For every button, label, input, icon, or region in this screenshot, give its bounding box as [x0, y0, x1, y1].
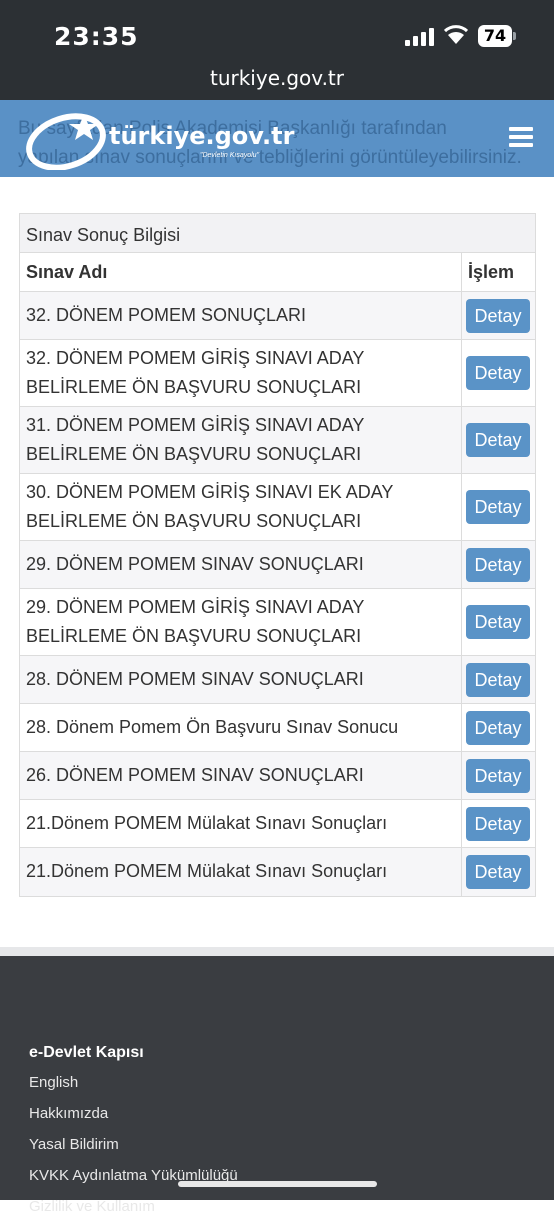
- detail-button[interactable]: Detay: [466, 605, 530, 639]
- action-cell: Detay: [461, 473, 535, 541]
- action-cell: Detay: [461, 339, 535, 407]
- exam-name: 21.Dönem POMEM Mülakat Sınavı Sonuçları: [20, 799, 462, 848]
- column-header-action: İşlem: [461, 253, 535, 292]
- footer-title: e-Devlet Kapısı: [29, 1044, 144, 1061]
- detail-button[interactable]: Detay: [466, 423, 530, 457]
- site-footer: e-Devlet Kapısı English Hakkımızda Yasal B…: [0, 947, 554, 1215]
- brand-name: türkiye.gov.tr: [109, 122, 295, 150]
- detail-button[interactable]: Detay: [466, 490, 530, 524]
- action-cell: Detay: [461, 847, 535, 896]
- detail-button[interactable]: Detay: [466, 662, 530, 697]
- detail-button[interactable]: Detay: [466, 854, 530, 889]
- wifi-icon: [444, 25, 468, 44]
- footer-link[interactable]: Gizlilik ve Kullanım: [29, 1198, 155, 1215]
- exam-name: 28. DÖNEM POMEM SINAV SONUÇLARI: [20, 655, 462, 704]
- exam-name: 28. Dönem Pomem Ön Başvuru Sınav Sonucu: [20, 703, 462, 752]
- action-cell: Detay: [461, 751, 535, 800]
- status-bar: 23:35 74 turkiye.gov.tr: [0, 0, 554, 100]
- panel-title: Sınav Sonuç Bilgisi: [20, 214, 535, 253]
- clock: 23:35: [54, 22, 139, 51]
- table-row: 32. DÖNEM POMEM SONUÇLARI Detay: [20, 291, 535, 340]
- battery-icon: 74: [478, 25, 516, 47]
- table-row: 29. DÖNEM POMEM GİRİŞ SINAVI ADAY BELİRL…: [20, 588, 535, 656]
- action-cell: Detay: [461, 406, 535, 474]
- exam-name: 26. DÖNEM POMEM SINAV SONUÇLARI: [20, 751, 462, 800]
- action-cell: Detay: [461, 655, 535, 704]
- action-cell: Detay: [461, 588, 535, 656]
- site-header: Bu sayfadan Polis Akademisi Başkanlığı t…: [0, 100, 554, 177]
- home-indicator[interactable]: [178, 1181, 377, 1187]
- table-row: 21.Dönem POMEM Mülakat Sınavı Sonuçları D…: [20, 847, 535, 896]
- action-cell: Detay: [461, 703, 535, 752]
- footer-link[interactable]: Yasal Bildirim: [29, 1136, 119, 1153]
- action-cell: Detay: [461, 799, 535, 848]
- crescent-star-icon: [26, 113, 106, 170]
- site-logo[interactable]: türkiye.gov.tr "Devletin Kısayolu": [24, 108, 294, 170]
- action-cell: Detay: [461, 291, 535, 340]
- detail-button[interactable]: Detay: [466, 298, 530, 333]
- exam-name: 30. DÖNEM POMEM GİRİŞ SINAVI EK ADAY BEL…: [20, 473, 462, 541]
- hamburger-menu-icon[interactable]: [509, 127, 533, 147]
- table-row: 28. DÖNEM POMEM SINAV SONUÇLARI Detay: [20, 655, 535, 704]
- exam-name: 31. DÖNEM POMEM GİRİŞ SINAVI ADAY BELİRL…: [20, 406, 462, 474]
- results-table: Sınav Adı İşlem 32. DÖNEM POMEM SONUÇLAR…: [20, 253, 535, 896]
- table-row: 26. DÖNEM POMEM SINAV SONUÇLARI Detay: [20, 751, 535, 800]
- table-row: 30. DÖNEM POMEM GİRİŞ SINAVI EK ADAY BEL…: [20, 473, 535, 541]
- detail-button[interactable]: Detay: [466, 758, 530, 793]
- action-cell: Detay: [461, 540, 535, 589]
- exam-name: 29. DÖNEM POMEM SINAV SONUÇLARI: [20, 540, 462, 589]
- brand-slogan: "Devletin Kısayolu": [200, 152, 260, 159]
- detail-button[interactable]: Detay: [466, 806, 530, 841]
- address-bar[interactable]: turkiye.gov.tr: [0, 66, 554, 90]
- cellular-signal-icon: [405, 28, 435, 46]
- column-header-exam-name: Sınav Adı: [20, 253, 462, 292]
- exam-name: 29. DÖNEM POMEM GİRİŞ SINAVI ADAY BELİRL…: [20, 588, 462, 656]
- footer-link[interactable]: English: [29, 1074, 78, 1091]
- exam-results-panel: Sınav Sonuç Bilgisi Sınav Adı İşlem 32. …: [19, 213, 536, 897]
- exam-name: 32. DÖNEM POMEM GİRİŞ SINAVI ADAY BELİRL…: [20, 339, 462, 407]
- detail-button[interactable]: Detay: [466, 356, 530, 390]
- detail-button[interactable]: Detay: [466, 710, 530, 745]
- table-row: 31. DÖNEM POMEM GİRİŞ SINAVI ADAY BELİRL…: [20, 406, 535, 474]
- detail-button[interactable]: Detay: [466, 547, 530, 582]
- table-row: 21.Dönem POMEM Mülakat Sınavı Sonuçları D…: [20, 799, 535, 848]
- table-row: 28. Dönem Pomem Ön Başvuru Sınav Sonucu D…: [20, 703, 535, 752]
- footer-link[interactable]: Hakkımızda: [29, 1105, 108, 1122]
- exam-name: 21.Dönem POMEM Mülakat Sınavı Sonuçları: [20, 847, 462, 896]
- table-row: 32. DÖNEM POMEM GİRİŞ SINAVI ADAY BELİRL…: [20, 339, 535, 407]
- exam-name: 32. DÖNEM POMEM SONUÇLARI: [20, 291, 462, 340]
- table-row: 29. DÖNEM POMEM SINAV SONUÇLARI Detay: [20, 540, 535, 589]
